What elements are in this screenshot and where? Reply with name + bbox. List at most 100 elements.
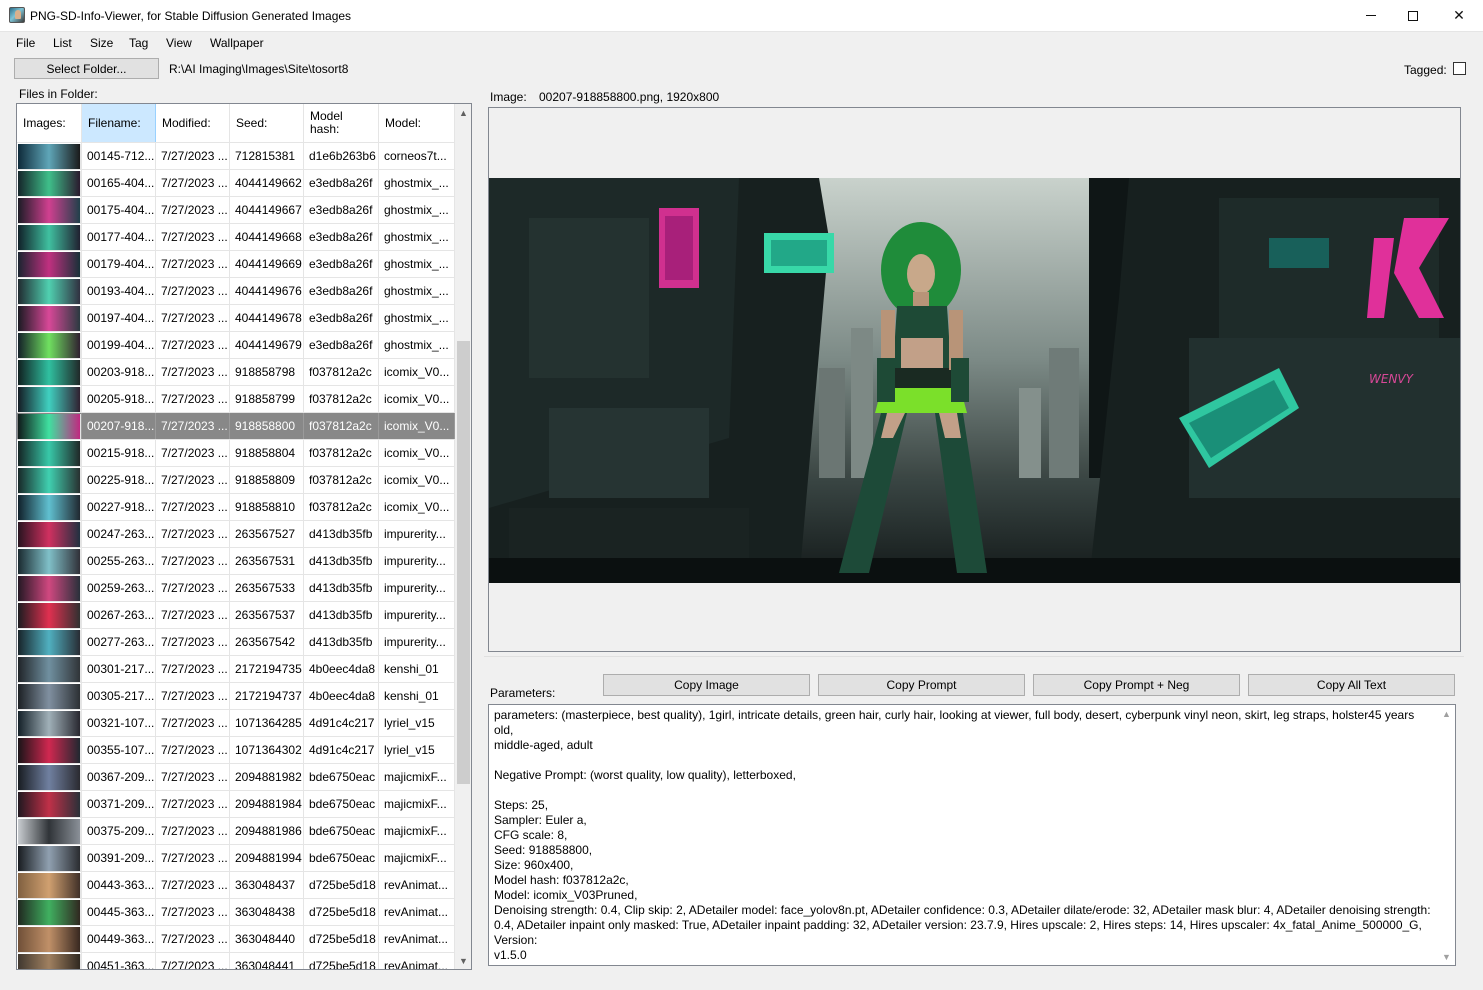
menu-size[interactable]: Size	[90, 36, 113, 50]
thumbnail-image	[18, 900, 81, 925]
file-row[interactable]: 00371-209... 7/27/2023 ... 2094881984 bde67…	[17, 791, 455, 818]
file-row[interactable]: 00391-209... 7/27/2023 ... 2094881994 bde67…	[17, 845, 455, 872]
params-scroll-down-icon[interactable]: ▼	[1438, 948, 1455, 965]
thumbnail-image	[18, 549, 81, 574]
file-row[interactable]: 00225-918... 7/27/2023 ... 918858809 f03781…	[17, 467, 455, 494]
file-list-scrollbar[interactable]: ▲ ▼	[455, 104, 471, 969]
file-row[interactable]: 00443-363... 7/27/2023 ... 363048437 d725be…	[17, 872, 455, 899]
scrollbar-thumb[interactable]	[457, 341, 470, 784]
thumbnail-image	[18, 819, 81, 844]
file-row[interactable]: 00321-107... 7/27/2023 ... 1071364285 4d91c…	[17, 710, 455, 737]
model-cell: revAnimat...	[379, 926, 455, 952]
file-row[interactable]: 00451-363... 7/27/2023 ... 363048441 d725be…	[17, 953, 455, 969]
preview-sign-text: WENVY	[1369, 372, 1415, 386]
parameters-scrollbar[interactable]: ▲ ▼	[1438, 705, 1455, 965]
modified-cell: 7/27/2023 ...	[156, 386, 230, 412]
modified-cell: 7/27/2023 ...	[156, 332, 230, 358]
parameters-text[interactable]: parameters: (masterpiece, best quality),…	[494, 708, 1434, 963]
file-row[interactable]: 00267-263... 7/27/2023 ... 263567537 d413db…	[17, 602, 455, 629]
model-cell: icomix_V0...	[379, 413, 455, 439]
scroll-down-icon[interactable]: ▼	[455, 952, 471, 969]
panel-splitter[interactable]	[484, 656, 1464, 660]
file-row[interactable]: 00449-363... 7/27/2023 ... 363048440 d725be…	[17, 926, 455, 953]
filename-cell: 00305-217...	[82, 683, 156, 709]
image-preview[interactable]: WENVY	[489, 178, 1460, 583]
seed-cell: 712815381	[230, 143, 304, 169]
model-cell: kenshi_01	[379, 683, 455, 709]
file-row[interactable]: 00445-363... 7/27/2023 ... 363048438 d725be…	[17, 899, 455, 926]
maximize-button[interactable]	[1390, 0, 1436, 31]
file-row[interactable]: 00215-918... 7/27/2023 ... 918858804 f03781…	[17, 440, 455, 467]
file-row[interactable]: 00199-404... 7/27/2023 ... 4044149679 e3edb…	[17, 332, 455, 359]
file-list[interactable]: Images: Filename: Modified: Seed: Model …	[16, 103, 472, 970]
model-cell: impurerity...	[379, 548, 455, 574]
seed-cell: 1071364285	[230, 710, 304, 736]
thumbnail-image	[18, 576, 81, 601]
file-row[interactable]: 00367-209... 7/27/2023 ... 2094881982 bde67…	[17, 764, 455, 791]
seed-cell: 2094881986	[230, 818, 304, 844]
image-label: Image:	[490, 90, 527, 104]
file-row[interactable]: 00305-217... 7/27/2023 ... 2172194737 4b0ee…	[17, 683, 455, 710]
file-row[interactable]: 00375-209... 7/27/2023 ... 2094881986 bde67…	[17, 818, 455, 845]
column-modified[interactable]: Modified:	[156, 104, 230, 142]
parameters-textbox[interactable]: parameters: (masterpiece, best quality),…	[488, 704, 1456, 966]
column-model[interactable]: Model:	[379, 104, 455, 142]
file-row[interactable]: 00193-404... 7/27/2023 ... 4044149676 e3edb…	[17, 278, 455, 305]
filename-cell: 00203-918...	[82, 359, 156, 385]
file-row[interactable]: 00355-107... 7/27/2023 ... 1071364302 4d91c…	[17, 737, 455, 764]
menu-list[interactable]: List	[53, 36, 72, 50]
file-row[interactable]: 00197-404... 7/27/2023 ... 4044149678 e3edb…	[17, 305, 455, 332]
file-row[interactable]: 00177-404... 7/27/2023 ... 4044149668 e3edb…	[17, 224, 455, 251]
file-row[interactable]: 00203-918... 7/27/2023 ... 918858798 f03781…	[17, 359, 455, 386]
menu-file[interactable]: File	[16, 36, 35, 50]
model-hash-cell: d725be5d18	[304, 872, 379, 898]
menu-view[interactable]: View	[166, 36, 192, 50]
column-seed[interactable]: Seed:	[230, 104, 304, 142]
thumbnail-cell	[17, 224, 82, 250]
copy-prompt-neg-button[interactable]: Copy Prompt + Neg	[1033, 674, 1240, 696]
file-row[interactable]: 00259-263... 7/27/2023 ... 263567533 d413db…	[17, 575, 455, 602]
params-scroll-up-icon[interactable]: ▲	[1438, 705, 1455, 722]
copy-prompt-button[interactable]: Copy Prompt	[818, 674, 1025, 696]
modified-cell: 7/27/2023 ...	[156, 521, 230, 547]
thumbnail-cell	[17, 764, 82, 790]
files-in-folder-label: Files in Folder:	[19, 87, 98, 101]
select-folder-button[interactable]: Select Folder...	[14, 58, 159, 79]
filename-cell: 00197-404...	[82, 305, 156, 331]
file-row[interactable]: 00277-263... 7/27/2023 ... 263567542 d413db…	[17, 629, 455, 656]
scroll-up-icon[interactable]: ▲	[455, 104, 471, 121]
thumbnail-image	[18, 144, 81, 169]
file-row[interactable]: 00207-918... 7/27/2023 ... 918858800 f03781…	[17, 413, 455, 440]
thumbnail-cell	[17, 386, 82, 412]
file-row[interactable]: 00179-404... 7/27/2023 ... 4044149669 e3edb…	[17, 251, 455, 278]
thumbnail-cell	[17, 926, 82, 952]
modified-cell: 7/27/2023 ...	[156, 845, 230, 871]
column-images[interactable]: Images:	[17, 104, 82, 142]
column-filename[interactable]: Filename:	[82, 104, 156, 142]
file-row[interactable]: 00227-918... 7/27/2023 ... 918858810 f03781…	[17, 494, 455, 521]
file-row[interactable]: 00255-263... 7/27/2023 ... 263567531 d413db…	[17, 548, 455, 575]
thumbnail-image	[18, 360, 81, 385]
seed-cell: 2172194735	[230, 656, 304, 682]
menu-wallpaper[interactable]: Wallpaper	[210, 36, 264, 50]
minimize-button[interactable]	[1348, 0, 1394, 31]
tagged-checkbox[interactable]	[1453, 62, 1466, 75]
menu-tag[interactable]: Tag	[129, 36, 148, 50]
copy-image-button[interactable]: Copy Image	[603, 674, 810, 696]
file-row[interactable]: 00205-918... 7/27/2023 ... 918858799 f03781…	[17, 386, 455, 413]
close-button[interactable]: ✕	[1436, 0, 1482, 31]
model-cell: revAnimat...	[379, 872, 455, 898]
copy-all-text-button[interactable]: Copy All Text	[1248, 674, 1455, 696]
model-hash-cell: d413db35fb	[304, 575, 379, 601]
thumbnail-cell	[17, 170, 82, 196]
file-row[interactable]: 00165-404... 7/27/2023 ... 4044149662 e3edb…	[17, 170, 455, 197]
seed-cell: 918858800	[230, 413, 304, 439]
file-row[interactable]: 00175-404... 7/27/2023 ... 4044149667 e3edb…	[17, 197, 455, 224]
filename-cell: 00179-404...	[82, 251, 156, 277]
file-row[interactable]: 00145-712... 7/27/2023 ... 712815381 d1e6b2…	[17, 143, 455, 170]
filename-cell: 00193-404...	[82, 278, 156, 304]
file-row[interactable]: 00247-263... 7/27/2023 ... 263567527 d413db…	[17, 521, 455, 548]
file-row[interactable]: 00301-217... 7/27/2023 ... 2172194735 4b0ee…	[17, 656, 455, 683]
column-model-hash[interactable]: Model hash:	[304, 104, 379, 142]
seed-cell: 4044149676	[230, 278, 304, 304]
